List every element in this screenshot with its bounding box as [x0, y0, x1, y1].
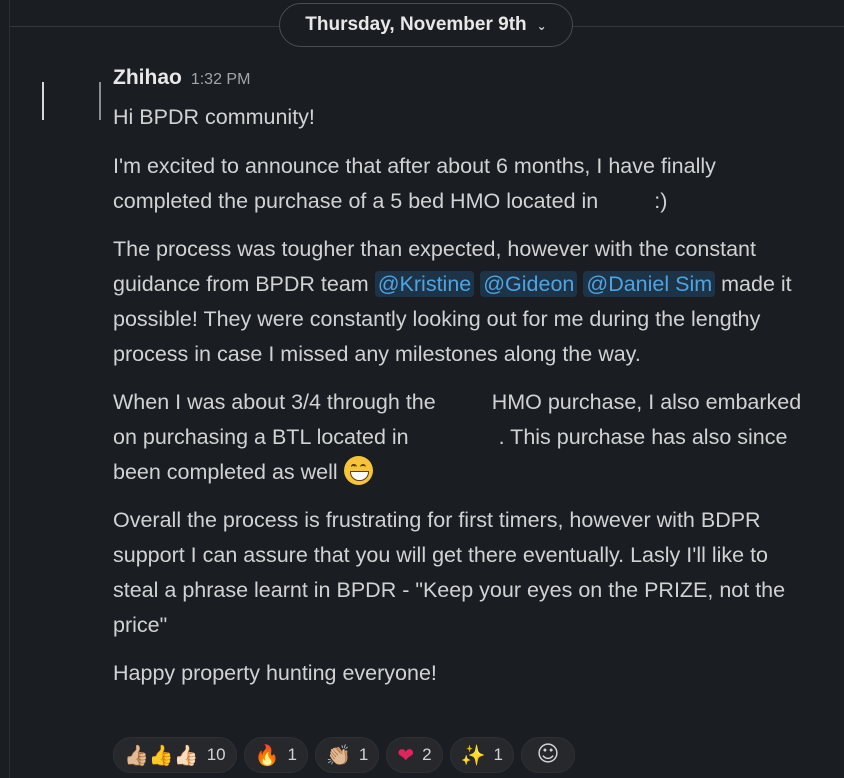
clap-icon: 👏🏼: [326, 743, 351, 767]
paragraph-overall: Overall the process is frustrating for f…: [113, 508, 786, 637]
sidebar-edge: [0, 0, 10, 778]
smiley-text: :): [654, 189, 668, 213]
reaction-count: 2: [422, 745, 432, 764]
sparkles-icon: ✨: [460, 743, 486, 767]
add-reaction-button[interactable]: ☺: [521, 737, 575, 773]
paragraph-process: The process was tougher than expected, h…: [113, 232, 813, 372]
message-header: Zhihao 1:32 PM: [113, 66, 813, 100]
message: Zhihao 1:32 PM Hi BPDR community! I'm ex…: [113, 66, 813, 704]
reaction-count: 1: [287, 745, 298, 764]
mention-daniel-sim[interactable]: @Daniel Sim: [583, 271, 716, 297]
reaction-clap[interactable]: 👏🏼 1: [315, 737, 380, 773]
heart-icon: ❤: [397, 743, 415, 767]
chevron-down-icon: ⌄: [536, 19, 547, 33]
reaction-fire[interactable]: 🔥 1: [243, 737, 309, 773]
reaction-heart[interactable]: ❤ 2: [386, 737, 443, 773]
fire-icon: 🔥: [254, 743, 280, 767]
date-label: Thursday, November 9th: [305, 14, 527, 35]
reaction-count: 1: [358, 745, 369, 764]
reaction-count: 10: [206, 745, 226, 764]
reaction-sparkles[interactable]: ✨ 1: [449, 737, 514, 773]
date-divider-button[interactable]: Thursday, November 9th ⌄: [279, 3, 573, 47]
message-timestamp[interactable]: 1:32 PM: [191, 71, 251, 89]
reactions-bar: 👍🏼👍👍🏻 10 🔥 1 👏🏼 1 ❤ 2 ✨ 1 ☺: [113, 737, 575, 773]
grinning-face-icon: [343, 456, 373, 485]
message-hover-indicator: [42, 82, 44, 120]
author-name[interactable]: Zhihao: [113, 66, 182, 90]
paragraph-btl-text-1: When I was about 3/4 through the: [113, 390, 436, 414]
paragraph-announcement-text: I'm excited to announce that after about…: [113, 154, 716, 213]
message-hover-indicator-2: [99, 82, 101, 120]
paragraph-btl: When I was about 3/4 through the HMO purc…: [113, 385, 813, 490]
paragraph-greeting: Hi BPDR community!: [113, 105, 315, 129]
reaction-count: 1: [493, 745, 503, 764]
message-body: Hi BPDR community! I'm excited to announ…: [113, 100, 813, 691]
mention-gideon[interactable]: @Gideon: [480, 271, 578, 297]
thumbs-up-icon: 👍🏼👍👍🏻: [124, 743, 199, 767]
paragraph-announcement: I'm excited to announce that after about…: [113, 149, 813, 219]
paragraph-closing: Happy property hunting everyone!: [113, 661, 437, 685]
mention-kristine[interactable]: @Kristine: [374, 271, 475, 297]
reaction-thumbs-up[interactable]: 👍🏼👍👍🏻 10: [113, 737, 237, 773]
add-emoji-icon: ☺: [536, 742, 560, 767]
